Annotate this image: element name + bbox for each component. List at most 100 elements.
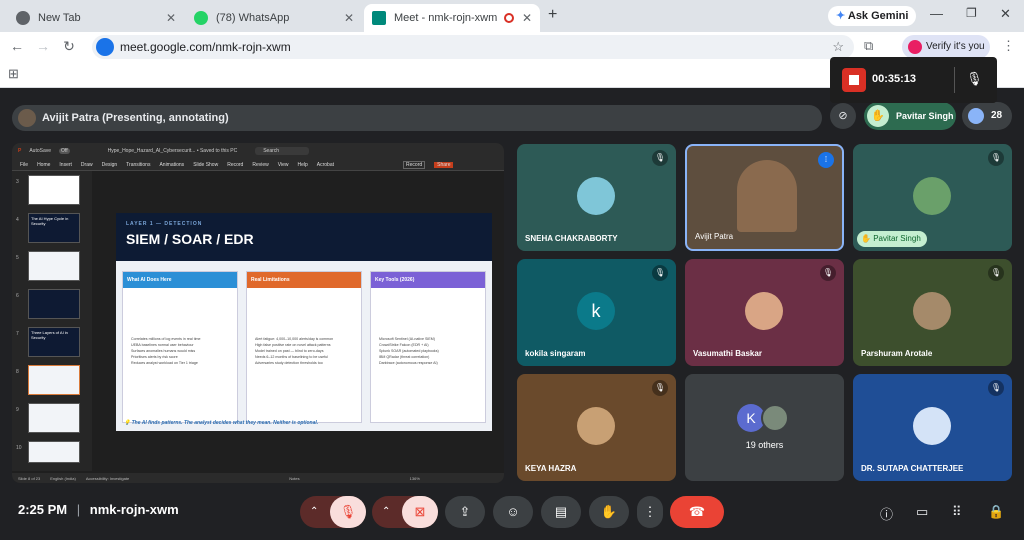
menu-item[interactable]: Acrobat xyxy=(317,162,334,168)
thumb-number: 5 xyxy=(16,255,19,261)
site-info-icon[interactable] xyxy=(96,38,114,56)
slide-thumbnail-selected[interactable] xyxy=(28,365,80,395)
menu-item[interactable]: Draw xyxy=(81,162,93,168)
menu-item[interactable]: Record xyxy=(227,162,243,168)
meeting-details-icon[interactable]: ⓘ xyxy=(880,504,893,523)
raise-hand-button[interactable]: ✋ xyxy=(589,496,629,528)
record-button[interactable]: Record xyxy=(403,160,426,169)
close-icon[interactable]: ✕ xyxy=(344,11,354,25)
close-window-button[interactable]: ✕ xyxy=(1000,6,1011,22)
meeting-info: 2:25 PM | nmk-rojn-xwm xyxy=(18,502,179,517)
more-options-button[interactable]: ⋮ xyxy=(637,496,663,528)
restore-button[interactable]: ❐ xyxy=(966,6,977,20)
status-zoom[interactable]: 136% xyxy=(410,476,420,481)
menu-item[interactable]: Design xyxy=(102,162,118,168)
card-head: Real Limitations xyxy=(247,272,361,288)
participant-name: DR. SUTAPA CHATTERJEE xyxy=(861,464,964,473)
menu-item[interactable]: File xyxy=(20,162,28,168)
forward-button[interactable]: → xyxy=(34,38,52,54)
participant-tile[interactable]: k 🎙 kokila singaram xyxy=(517,259,676,366)
participant-tile[interactable]: 🎙 DR. SUTAPA CHATTERJEE xyxy=(853,374,1012,481)
participant-tile[interactable]: 🎙 Vasumathi Baskar xyxy=(685,259,844,366)
stop-recording-button[interactable] xyxy=(842,68,866,92)
meet-stage: Avijit Patra (Presenting, annotating) ⊘ … xyxy=(0,89,1024,540)
host-controls-icon[interactable]: 🔒 xyxy=(988,504,1004,520)
participant-tile[interactable]: 🎙 SNEHA CHAKRABORTY xyxy=(517,144,676,251)
mic-options-chevron-icon[interactable]: ⌃ xyxy=(310,496,318,528)
close-icon[interactable]: ✕ xyxy=(522,11,532,25)
captions-button[interactable]: ▤ xyxy=(541,496,581,528)
meeting-controls: 2:25 PM | nmk-rojn-xwm ⌃ 🎙 ⌃ ⊠ ⇪ ☺ ▤ ✋ ⋮… xyxy=(0,488,1024,540)
menu-item[interactable]: View xyxy=(278,162,289,168)
raised-hand-button[interactable]: ✋ Pavitar Singh xyxy=(864,102,956,130)
menu-item[interactable]: Help xyxy=(297,162,307,168)
autosave-toggle[interactable]: Off xyxy=(59,148,70,154)
ppt-search[interactable]: Search xyxy=(255,147,310,155)
menu-item[interactable]: Review xyxy=(252,162,268,168)
menu-item[interactable]: Animations xyxy=(159,162,184,168)
slide-thumbnail[interactable]: The AI Hype Cycle in Security xyxy=(28,213,80,243)
mic-off-icon: 🎙 xyxy=(652,150,668,166)
menu-kebab-icon[interactable]: ⋮ xyxy=(1002,38,1015,54)
present-screen-button[interactable]: ⇪ xyxy=(445,496,485,528)
participant-name: Vasumathi Baskar xyxy=(693,349,762,358)
mic-off-icon: 🎙 xyxy=(820,265,836,281)
new-tab-button[interactable]: + xyxy=(548,6,557,24)
others-tile[interactable]: K 19 others xyxy=(685,374,844,481)
leave-call-button[interactable]: ☎ xyxy=(670,496,724,528)
menu-item[interactable]: Transitions xyxy=(126,162,150,168)
powerpoint-icon: P xyxy=(18,148,22,154)
slide-thumbnail[interactable]: Three Layers of AI in Security xyxy=(28,327,80,357)
raised-hand-name: Pavitar Singh xyxy=(896,111,954,121)
reload-button[interactable]: ↻ xyxy=(60,38,78,55)
emoji-reaction-button[interactable]: ☺ xyxy=(493,496,533,528)
card-key-tools: Key Tools (2026) Microsoft Sentinel (AI-… xyxy=(370,271,486,423)
slide-thumbnail[interactable] xyxy=(28,175,80,205)
back-button[interactable]: ← xyxy=(8,38,26,54)
avatar xyxy=(577,177,615,215)
ppt-status-bar: Slide 8 of 23 English (India) Accessibil… xyxy=(12,473,504,483)
status-accessibility[interactable]: Accessibility: Investigate xyxy=(86,476,129,481)
participant-count: 28 xyxy=(991,110,1003,121)
apps-grid-icon[interactable]: ⊞ xyxy=(8,66,19,82)
activities-icon[interactable]: ⠿ xyxy=(952,504,962,520)
avatar-icon xyxy=(908,40,922,54)
address-bar[interactable]: meet.google.com/nmk-rojn-xwm ☆ xyxy=(92,35,854,59)
participant-tile-speaking[interactable]: ⁞ Avijit Patra xyxy=(685,144,844,251)
card-what-ai-does: What AI Does Here Correlates millions of… xyxy=(122,271,238,423)
close-icon[interactable]: ✕ xyxy=(166,11,176,25)
hide-tiles-icon[interactable]: ⊘ xyxy=(830,103,856,129)
tab-meet[interactable]: Meet - nmk-rojn-xwm ✕ xyxy=(364,4,540,32)
bookmark-star-icon[interactable]: ☆ xyxy=(832,39,844,55)
chat-icon[interactable]: ▭ xyxy=(916,504,928,520)
menu-item[interactable]: Insert xyxy=(59,162,72,168)
slide-thumbnail[interactable] xyxy=(28,441,80,463)
presenter-banner[interactable]: Avijit Patra (Presenting, annotating) xyxy=(12,105,822,131)
tab-whatsapp[interactable]: (78) WhatsApp ✕ xyxy=(186,4,362,32)
tab-new-tab[interactable]: New Tab ✕ xyxy=(8,4,184,32)
ask-gemini-button[interactable]: ✦ Ask Gemini xyxy=(828,6,917,26)
status-notes[interactable]: Notes xyxy=(289,476,299,481)
slide-footer: 💡 The AI finds patterns. The analyst dec… xyxy=(124,420,319,426)
gemini-icon: ✦ xyxy=(836,10,846,22)
mic-icon[interactable]: 🎙 xyxy=(966,71,983,87)
verify-profile-button[interactable]: Verify it's you xyxy=(902,35,990,59)
minimize-button[interactable]: — xyxy=(930,6,943,21)
people-button[interactable]: 28 xyxy=(962,102,1012,130)
avatar xyxy=(18,109,36,127)
participant-tile[interactable]: 🎙 KEYA HAZRA xyxy=(517,374,676,481)
speaking-indicator-icon: ⁞ xyxy=(818,152,834,168)
participant-tile[interactable]: 🎙 ✋ Pavitar Singh xyxy=(853,144,1012,251)
menu-item[interactable]: Slide Show xyxy=(193,162,218,168)
participant-tile[interactable]: 🎙 Parshuram Arotale xyxy=(853,259,1012,366)
slide-thumbnail[interactable] xyxy=(28,403,80,433)
camera-options-chevron-icon[interactable]: ⌃ xyxy=(382,496,390,528)
participant-name: SNEHA CHAKRABORTY xyxy=(525,234,618,243)
menu-item[interactable]: Home xyxy=(37,162,50,168)
mic-toggle-button[interactable]: 🎙 xyxy=(330,496,366,528)
cast-icon[interactable]: ⧉ xyxy=(864,38,873,54)
slide-thumbnail[interactable] xyxy=(28,251,80,281)
camera-toggle-button[interactable]: ⊠ xyxy=(402,496,438,528)
slide-thumbnail[interactable] xyxy=(28,289,80,319)
share-button[interactable]: Share xyxy=(434,161,454,168)
